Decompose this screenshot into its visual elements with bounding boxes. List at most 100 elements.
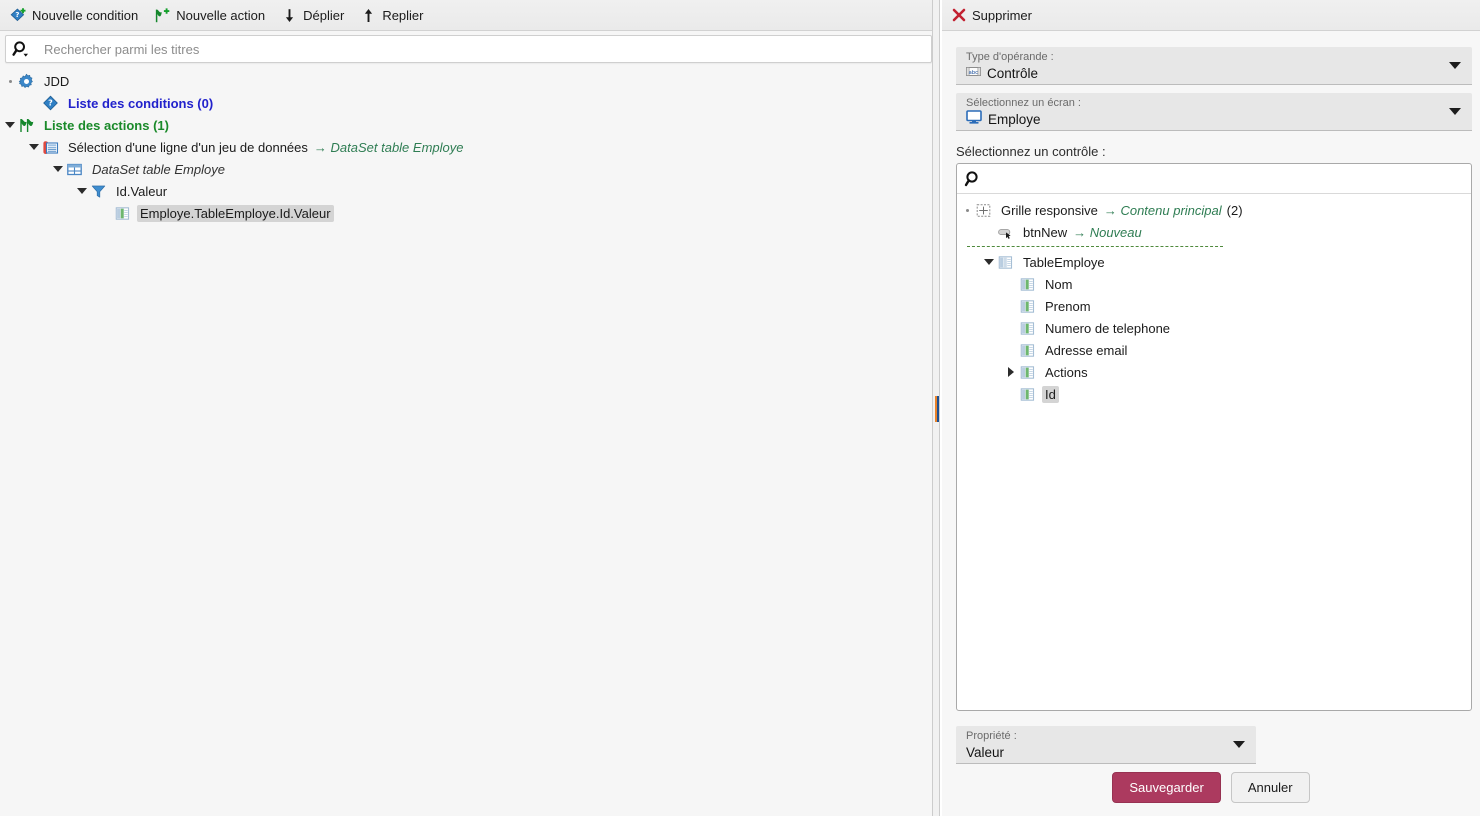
actions-icon bbox=[18, 117, 35, 134]
monitor-icon bbox=[966, 110, 982, 129]
control-search-input[interactable] bbox=[989, 164, 1471, 194]
condition-icon: ? bbox=[42, 95, 59, 112]
gear-icon bbox=[18, 73, 35, 90]
twisty-expanded-icon[interactable] bbox=[2, 114, 18, 136]
twisty-collapsed-icon[interactable] bbox=[1003, 361, 1019, 383]
control-tree-row-text: Prenom bbox=[1045, 298, 1091, 314]
twisty-expanded-icon[interactable] bbox=[50, 158, 66, 180]
panel-splitter[interactable] bbox=[932, 0, 940, 816]
property-dropdown[interactable]: Propriété : Valeur bbox=[956, 726, 1256, 764]
search-icon bbox=[6, 36, 36, 62]
screen-select-value-row: Employe bbox=[966, 110, 1442, 129]
column-icon bbox=[1019, 320, 1036, 337]
control-tree-row-label: Adresse email bbox=[1042, 342, 1130, 359]
control-tree-row-label: Prenom bbox=[1042, 298, 1094, 315]
splitter-grip[interactable] bbox=[935, 396, 939, 422]
control-tree-row[interactable]: Nom bbox=[957, 273, 1471, 295]
chevron-down-icon[interactable] bbox=[1233, 741, 1245, 748]
chevron-down-icon[interactable] bbox=[1449, 108, 1461, 115]
tree-row-target: → DataSet table Employe bbox=[313, 139, 464, 155]
control-tree-row-label: btnNew → Nouveau bbox=[1020, 224, 1145, 241]
toolbar-button-nouvelle-condition[interactable]: ? Nouvelle condition bbox=[10, 7, 138, 24]
control-tree-row-text: Actions bbox=[1045, 364, 1088, 380]
column-icon bbox=[1019, 342, 1036, 359]
control-tree-row-target: → Nouveau bbox=[1073, 224, 1142, 240]
tree-row[interactable]: JDD bbox=[0, 70, 937, 92]
tree-row-label: Liste des conditions (0) bbox=[65, 95, 216, 112]
rule-tree-panel: ? Nouvelle condition Nouvelle action Déplie… bbox=[0, 0, 937, 816]
control-tree-row-label: Actions bbox=[1042, 364, 1091, 381]
toolbar-button-label: Nouvelle condition bbox=[32, 7, 139, 23]
tree-row-text: Employe.TableEmploye.Id.Valeur bbox=[140, 205, 331, 221]
control-tree-row[interactable]: btnNew → Nouveau bbox=[957, 221, 1471, 243]
control-tree-container: Grille responsive → Contenu principal (2) b… bbox=[956, 163, 1472, 711]
twisty-leaf-marker bbox=[959, 199, 975, 221]
control-tree-row-text: Id bbox=[1045, 386, 1056, 402]
column-icon bbox=[1019, 298, 1036, 315]
tree-row[interactable]: ? Liste des conditions (0) bbox=[0, 92, 937, 114]
title-search-box[interactable] bbox=[5, 35, 932, 63]
tree-row[interactable]: Liste des actions (1) bbox=[0, 114, 937, 136]
control-tree-row-text: Nom bbox=[1045, 276, 1073, 292]
tree-row[interactable]: Id.Valeur bbox=[0, 180, 937, 202]
responsive-grid-icon bbox=[975, 202, 992, 219]
search-icon bbox=[957, 170, 989, 188]
operand-type-value-row: abc Contrôle bbox=[966, 64, 1442, 83]
property-value: Valeur bbox=[966, 745, 1005, 760]
screen-select-dropdown[interactable]: Sélectionnez un écran : Employe bbox=[956, 93, 1472, 131]
column-icon bbox=[1019, 276, 1036, 293]
toolbar-button-d-plier[interactable]: Déplier bbox=[281, 7, 344, 24]
tree-section-divider bbox=[967, 246, 1223, 247]
control-search-box[interactable] bbox=[957, 164, 1471, 194]
control-tree-row[interactable]: Id bbox=[957, 383, 1471, 405]
control-tree-row[interactable]: TableEmploye bbox=[957, 251, 1471, 273]
svg-text:?: ? bbox=[48, 98, 53, 107]
control-tree-row[interactable]: Numero de telephone bbox=[957, 317, 1471, 339]
tree-row[interactable]: Employe.TableEmploye.Id.Valeur bbox=[0, 202, 937, 224]
cancel-button[interactable]: Annuler bbox=[1230, 772, 1310, 803]
control-tree-row[interactable]: Grille responsive → Contenu principal (2) bbox=[957, 199, 1471, 221]
control-tree-row-target: → Contenu principal bbox=[1103, 202, 1222, 218]
tree-row[interactable]: Sélection d'une ligne d'un jeu de donnée… bbox=[0, 136, 937, 158]
control-tree-row[interactable]: Actions bbox=[957, 361, 1471, 383]
twisty-expanded-icon[interactable] bbox=[74, 180, 90, 202]
button-icon bbox=[997, 224, 1014, 241]
dataset-row-icon bbox=[42, 139, 59, 156]
column-icon bbox=[1019, 386, 1036, 403]
toolbar-button-label: Nouvelle action bbox=[176, 7, 266, 23]
editor-button-row: Sauvegarder Annuler bbox=[942, 772, 1480, 803]
toolbar-button-nouvelle-action[interactable]: Nouvelle action bbox=[154, 7, 265, 24]
save-button[interactable]: Sauvegarder bbox=[1112, 772, 1221, 803]
expand-down-icon bbox=[281, 7, 298, 24]
twisty-expanded-icon[interactable] bbox=[26, 136, 42, 158]
title-search-input[interactable] bbox=[36, 36, 931, 62]
control-tree-row-label: Nom bbox=[1042, 276, 1075, 293]
operand-editor-header: Supprimer bbox=[942, 0, 1480, 31]
left-toolbar: ? Nouvelle condition Nouvelle action Déplie… bbox=[0, 0, 937, 31]
delete-x-icon[interactable] bbox=[952, 8, 966, 22]
control-tree-row[interactable]: Adresse email bbox=[957, 339, 1471, 361]
tree-row-label: DataSet table Employe bbox=[89, 161, 228, 178]
tree-row-text: Id.Valeur bbox=[116, 183, 168, 199]
rule-tree: JDD? Liste des conditions (0) Liste des ac… bbox=[0, 68, 937, 816]
twisty-expanded-icon[interactable] bbox=[981, 251, 997, 273]
control-tree-row-count: (2) bbox=[1226, 202, 1243, 218]
toolbar-button-label: Déplier bbox=[303, 7, 345, 23]
control-tree-row[interactable]: Prenom bbox=[957, 295, 1471, 317]
control-tree-row-label: TableEmploye bbox=[1020, 254, 1108, 271]
delete-label[interactable]: Supprimer bbox=[972, 8, 1032, 23]
control-tree: Grille responsive → Contenu principal (2) b… bbox=[957, 194, 1471, 405]
tree-row-label: Liste des actions (1) bbox=[41, 117, 172, 134]
condition-add-icon: ? bbox=[10, 7, 27, 24]
chevron-down-icon[interactable] bbox=[1449, 62, 1461, 69]
tree-row[interactable]: DataSet table Employe bbox=[0, 158, 937, 180]
svg-text:abc: abc bbox=[968, 70, 978, 76]
control-tree-row-text: TableEmploye bbox=[1023, 254, 1105, 270]
operand-type-dropdown[interactable]: Type d'opérande : abc Contrôle bbox=[956, 47, 1472, 85]
toolbar-button-replier[interactable]: Replier bbox=[360, 7, 424, 24]
